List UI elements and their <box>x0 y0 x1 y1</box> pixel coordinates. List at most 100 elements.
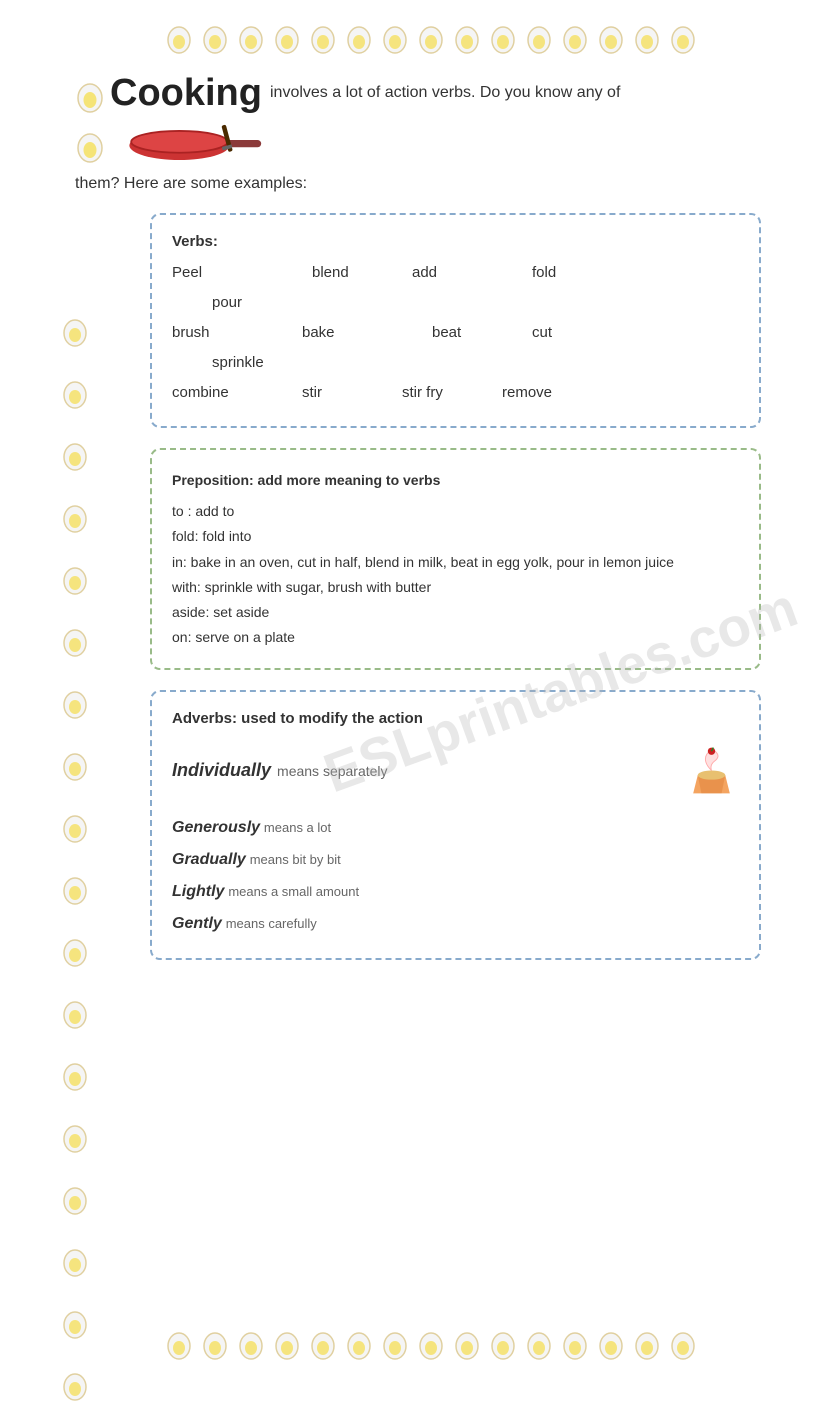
prep-on: on: serve on a plate <box>172 625 739 650</box>
egg-decoration <box>237 1326 265 1360</box>
verb-stirfry: stir fry <box>402 378 472 408</box>
verb-peel: Peel <box>172 258 242 288</box>
egg-decoration <box>381 20 409 54</box>
title-rest: involves a lot of action verbs. Do you k… <box>270 72 620 104</box>
adverb-lightly-means: means a small amount <box>228 884 359 899</box>
verbs-row-2: pour <box>172 288 739 318</box>
verb-blend: blend <box>312 258 382 288</box>
adverb-individually-means: means separately <box>277 763 388 779</box>
main-layout: Verbs: Peel blend add fold pour brush ba… <box>30 213 791 1301</box>
egg-left <box>61 809 89 843</box>
egg-left <box>61 871 89 905</box>
egg-decoration <box>165 1326 193 1360</box>
egg-left <box>61 561 89 595</box>
verbs-row-3: brush bake beat cut <box>172 318 739 348</box>
prep-title-line: Preposition: add more meaning to verbs <box>172 468 739 493</box>
adverb-lightly-word: Lightly <box>172 883 224 900</box>
egg-decoration <box>453 20 481 54</box>
prep-to: to : add to <box>172 499 739 524</box>
prep-with: with: sprinkle with sugar, brush with bu… <box>172 575 739 600</box>
egg-decoration <box>381 1326 409 1360</box>
adverb-gradually-word: Gradually <box>172 851 246 868</box>
egg-decoration <box>309 20 337 54</box>
egg-decoration <box>201 20 229 54</box>
adverb-gently-means: means carefully <box>226 916 317 931</box>
verb-stir: stir <box>302 378 372 408</box>
egg-decoration <box>489 1326 517 1360</box>
verb-cut: cut <box>532 318 602 348</box>
title-area: Cooking involves a lot of action verbs. … <box>30 72 791 115</box>
verb-fold: fold <box>532 258 602 288</box>
egg-left <box>61 499 89 533</box>
egg-decoration <box>201 1326 229 1360</box>
egg-decoration <box>345 1326 373 1360</box>
adverbs-box-title: Adverbs: used to modify the action <box>172 710 739 727</box>
egg-decoration <box>165 20 193 54</box>
verb-add: add <box>412 258 482 288</box>
egg-left <box>61 747 89 781</box>
egg-left <box>61 685 89 719</box>
verbs-row-1: Peel blend add fold <box>172 258 739 288</box>
adverb-gently: Gently means carefully <box>172 908 739 940</box>
pan-egg-icon <box>75 127 105 163</box>
egg-left <box>61 1367 89 1401</box>
egg-decoration <box>417 1326 445 1360</box>
verb-combine: combine <box>172 378 242 408</box>
prep-fold: fold: fold into <box>172 524 739 549</box>
bottom-egg-row <box>30 1326 791 1360</box>
egg-decoration <box>489 20 517 54</box>
egg-decoration <box>669 1326 697 1360</box>
verbs-row-4: sprinkle <box>172 348 739 378</box>
adverb-gradually-means: means bit by bit <box>250 852 341 867</box>
egg-decoration <box>633 20 661 54</box>
cupcake-illustration <box>684 743 739 798</box>
adverb-generously-means: means a lot <box>264 820 331 835</box>
prep-in: in: bake in an oven, cut in half, blend … <box>172 550 739 575</box>
preposition-box: Preposition: add more meaning to verbs t… <box>150 448 761 670</box>
egg-decoration <box>237 20 265 54</box>
egg-decoration <box>345 20 373 54</box>
egg-decoration <box>561 20 589 54</box>
egg-left <box>61 933 89 967</box>
egg-decoration <box>273 20 301 54</box>
adverbs-box: Adverbs: used to modify the action Indiv… <box>150 690 761 960</box>
content-column: Verbs: Peel blend add fold pour brush ba… <box>150 213 761 1301</box>
adverb-generously-word: Generously <box>172 819 260 836</box>
egg-decoration <box>669 20 697 54</box>
egg-left <box>61 375 89 409</box>
verb-sprinkle: sprinkle <box>212 348 282 378</box>
prep-aside: aside: set aside <box>172 600 739 625</box>
adverb-gently-word: Gently <box>172 915 222 932</box>
adverb-individually-row: Individually means separately <box>172 743 739 798</box>
egg-left <box>61 623 89 657</box>
egg-decoration <box>453 1326 481 1360</box>
egg-left <box>61 1181 89 1215</box>
egg-decoration <box>633 1326 661 1360</box>
egg-left <box>61 1243 89 1277</box>
egg-decoration <box>525 1326 553 1360</box>
egg-decoration <box>597 20 625 54</box>
verbs-grid: Peel blend add fold pour brush bake beat… <box>172 258 739 408</box>
top-egg-row <box>30 20 791 54</box>
title-cooking: Cooking <box>110 72 262 115</box>
egg-left <box>61 1119 89 1153</box>
pan-illustration <box>113 120 273 170</box>
page: ESLprintables.com Cooking involves a lot… <box>0 0 821 1380</box>
adverbs-list: Generously means a lot Gradually means b… <box>172 812 739 940</box>
adverb-individually-word: Individually <box>172 760 271 781</box>
verbs-row-5: combine stir stir fry remove <box>172 378 739 408</box>
egg-decoration <box>309 1326 337 1360</box>
adverb-lightly: Lightly means a small amount <box>172 876 739 908</box>
verbs-box-title: Verbs: <box>172 233 739 250</box>
egg-left <box>61 995 89 1029</box>
egg-decoration <box>561 1326 589 1360</box>
left-eggs-column <box>50 313 100 1401</box>
title-egg-icon <box>75 77 105 113</box>
egg-decoration <box>525 20 553 54</box>
verb-brush: brush <box>172 318 242 348</box>
adverb-gradually: Gradually means bit by bit <box>172 844 739 876</box>
verb-beat: beat <box>432 318 502 348</box>
subtitle-text: them? Here are some examples: <box>75 175 791 193</box>
adverb-generously: Generously means a lot <box>172 812 739 844</box>
egg-decoration <box>273 1326 301 1360</box>
